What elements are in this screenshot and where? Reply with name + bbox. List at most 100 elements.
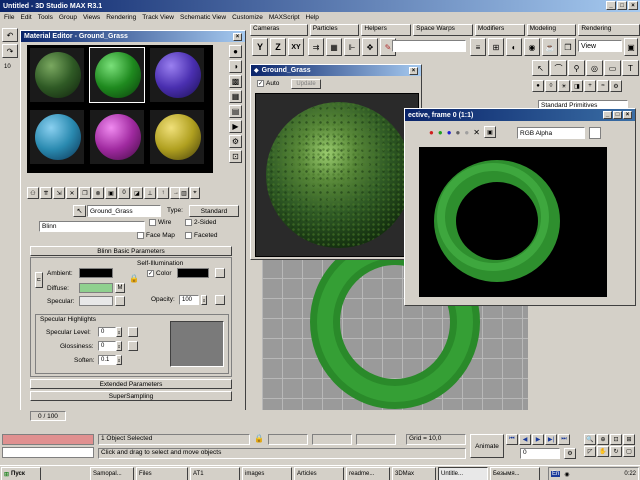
make-unique-icon[interactable]: ⊗: [92, 187, 104, 199]
taskbar-item[interactable]: readme...: [346, 467, 390, 480]
maximize-icon[interactable]: □: [617, 1, 627, 10]
glossiness-map-button[interactable]: [128, 341, 138, 351]
maxscript-listener[interactable]: [2, 434, 94, 445]
close-icon[interactable]: ×: [233, 32, 242, 41]
go-parent-icon[interactable]: ↑: [157, 187, 169, 199]
undo-icon[interactable]: ↶: [2, 28, 18, 42]
sample-slot-2[interactable]: [89, 47, 145, 103]
modify-tab-icon[interactable]: ⌒: [550, 60, 567, 76]
tab-particles[interactable]: Particles: [309, 24, 360, 36]
redo-icon[interactable]: ↷: [2, 44, 18, 58]
play-icon[interactable]: ▶: [532, 434, 544, 445]
display-tab-icon[interactable]: ▭: [604, 60, 621, 76]
red-channel-icon[interactable]: ●: [429, 128, 434, 137]
frame-counter[interactable]: 0 / 100: [30, 411, 66, 421]
taskbar-item-active[interactable]: Untitle...: [438, 467, 488, 480]
menu-item[interactable]: Customize: [232, 14, 263, 21]
menu-item[interactable]: Views: [83, 14, 100, 21]
sample-slot-6[interactable]: [149, 109, 205, 165]
time-slider[interactable]: 0 / 100: [0, 410, 262, 422]
shapes-icon[interactable]: ◊: [545, 80, 557, 92]
systems-icon[interactable]: ⚙: [610, 80, 622, 92]
background-icon[interactable]: ▩: [229, 75, 242, 88]
menu-item[interactable]: MAXScript: [269, 14, 300, 21]
menu-item[interactable]: Rendering: [106, 14, 136, 21]
face-map-option[interactable]: Face Map: [137, 232, 175, 239]
sample-slot-1[interactable]: [29, 47, 85, 103]
maximize-icon[interactable]: □: [613, 111, 622, 119]
taskbar-item[interactable]: Files: [136, 467, 188, 480]
material-name-field[interactable]: Ground_Grass: [87, 205, 161, 217]
green-channel-icon[interactable]: ●: [438, 128, 443, 137]
self-illum-map-button[interactable]: [215, 268, 225, 278]
make-preview-icon[interactable]: ▶: [229, 120, 242, 133]
specular-map-button[interactable]: [115, 296, 125, 306]
tray-icon[interactable]: ◉: [564, 471, 569, 478]
wire-checkbox[interactable]: [149, 219, 156, 226]
sample-slot-5[interactable]: [89, 109, 145, 165]
menu-item[interactable]: Help: [306, 14, 319, 21]
cameras-icon[interactable]: ◨: [571, 80, 583, 92]
soften-spinner[interactable]: ⇕: [116, 355, 122, 365]
tab-cameras[interactable]: Cameras: [250, 24, 308, 36]
menu-item[interactable]: Group: [59, 14, 77, 21]
auto-option[interactable]: ✓ Auto: [257, 80, 279, 87]
taskbar-item[interactable]: 3DMax: [392, 467, 436, 480]
channel-select[interactable]: RGB Alpha: [517, 127, 585, 139]
tab-helpers[interactable]: Helpers: [361, 24, 412, 36]
y-coord-field[interactable]: [312, 434, 352, 445]
taskbar-item[interactable]: images: [242, 467, 292, 480]
background-swatch[interactable]: [589, 127, 601, 139]
two-sided-checkbox[interactable]: [185, 219, 192, 226]
backlight-icon[interactable]: ◑: [229, 60, 242, 73]
ambient-color-swatch[interactable]: [79, 268, 113, 278]
quick-render-icon[interactable]: ☕: [542, 38, 558, 56]
put-library-icon[interactable]: ▣: [105, 187, 117, 199]
minimize-icon[interactable]: _: [606, 1, 616, 10]
motion-tab-icon[interactable]: ◎: [586, 60, 603, 76]
close-icon[interactable]: ×: [409, 66, 418, 75]
opacity-map-button[interactable]: [215, 295, 225, 305]
current-frame-field[interactable]: 0: [520, 448, 560, 459]
video-color-icon[interactable]: ▤: [229, 105, 242, 118]
view-select[interactable]: View: [578, 40, 622, 52]
auto-checkbox[interactable]: ✓: [257, 80, 264, 87]
menu-item[interactable]: Track View: [142, 14, 174, 21]
opacity-field[interactable]: 100: [179, 295, 199, 305]
shader-dropdown[interactable]: Blinn: [39, 221, 145, 232]
tab-modeling[interactable]: Modeling: [526, 24, 577, 36]
taskbar-item[interactable]: Samopal...: [90, 467, 134, 480]
z-coord-field[interactable]: [356, 434, 396, 445]
zoom-extents-all-icon[interactable]: ⊞: [623, 434, 635, 445]
face-map-checkbox[interactable]: [137, 232, 144, 239]
render-last-icon[interactable]: ❒: [560, 38, 576, 56]
animate-button[interactable]: Animate: [470, 434, 504, 458]
specular-level-map-button[interactable]: [128, 327, 138, 337]
close-icon[interactable]: ×: [628, 1, 638, 10]
go-to-end-icon[interactable]: ⏭: [558, 434, 570, 445]
pick-from-object-icon[interactable]: ⌖: [190, 187, 200, 199]
create-tab-icon[interactable]: ↖: [532, 60, 549, 76]
alpha-channel-icon[interactable]: ●: [456, 128, 461, 137]
extended-parameters-rollout[interactable]: Extended Parameters: [30, 379, 232, 389]
sample-slot-4[interactable]: [29, 109, 85, 165]
specular-level-spinner[interactable]: ⇕: [116, 327, 122, 337]
minimize-icon[interactable]: _: [603, 111, 612, 119]
lights-icon[interactable]: ☀: [558, 80, 570, 92]
diffuse-color-swatch[interactable]: [79, 283, 113, 293]
wire-option[interactable]: Wire: [149, 219, 171, 226]
tab-rendering[interactable]: Rendering: [578, 24, 640, 36]
select-by-material-icon[interactable]: ⊡: [229, 150, 242, 163]
taskbar-item[interactable]: Безымя...: [490, 467, 540, 480]
material-editor-icon[interactable]: ◐: [506, 38, 522, 56]
opacity-spinner[interactable]: ⇕: [201, 295, 207, 305]
next-frame-icon[interactable]: ▶|: [545, 434, 557, 445]
glossiness-spinner[interactable]: ⇕: [116, 341, 122, 351]
reset-material-icon[interactable]: ✕: [66, 187, 78, 199]
align-icon[interactable]: ⊩: [344, 38, 360, 56]
self-illum-color-swatch[interactable]: [177, 268, 209, 278]
lock-ambient-diffuse-icon[interactable]: ⊏: [35, 272, 43, 288]
spacing-icon[interactable]: ✥: [362, 38, 378, 56]
start-button[interactable]: ⊞ Пуск: [1, 467, 41, 480]
uv-tiling-icon[interactable]: ▦: [229, 90, 242, 103]
